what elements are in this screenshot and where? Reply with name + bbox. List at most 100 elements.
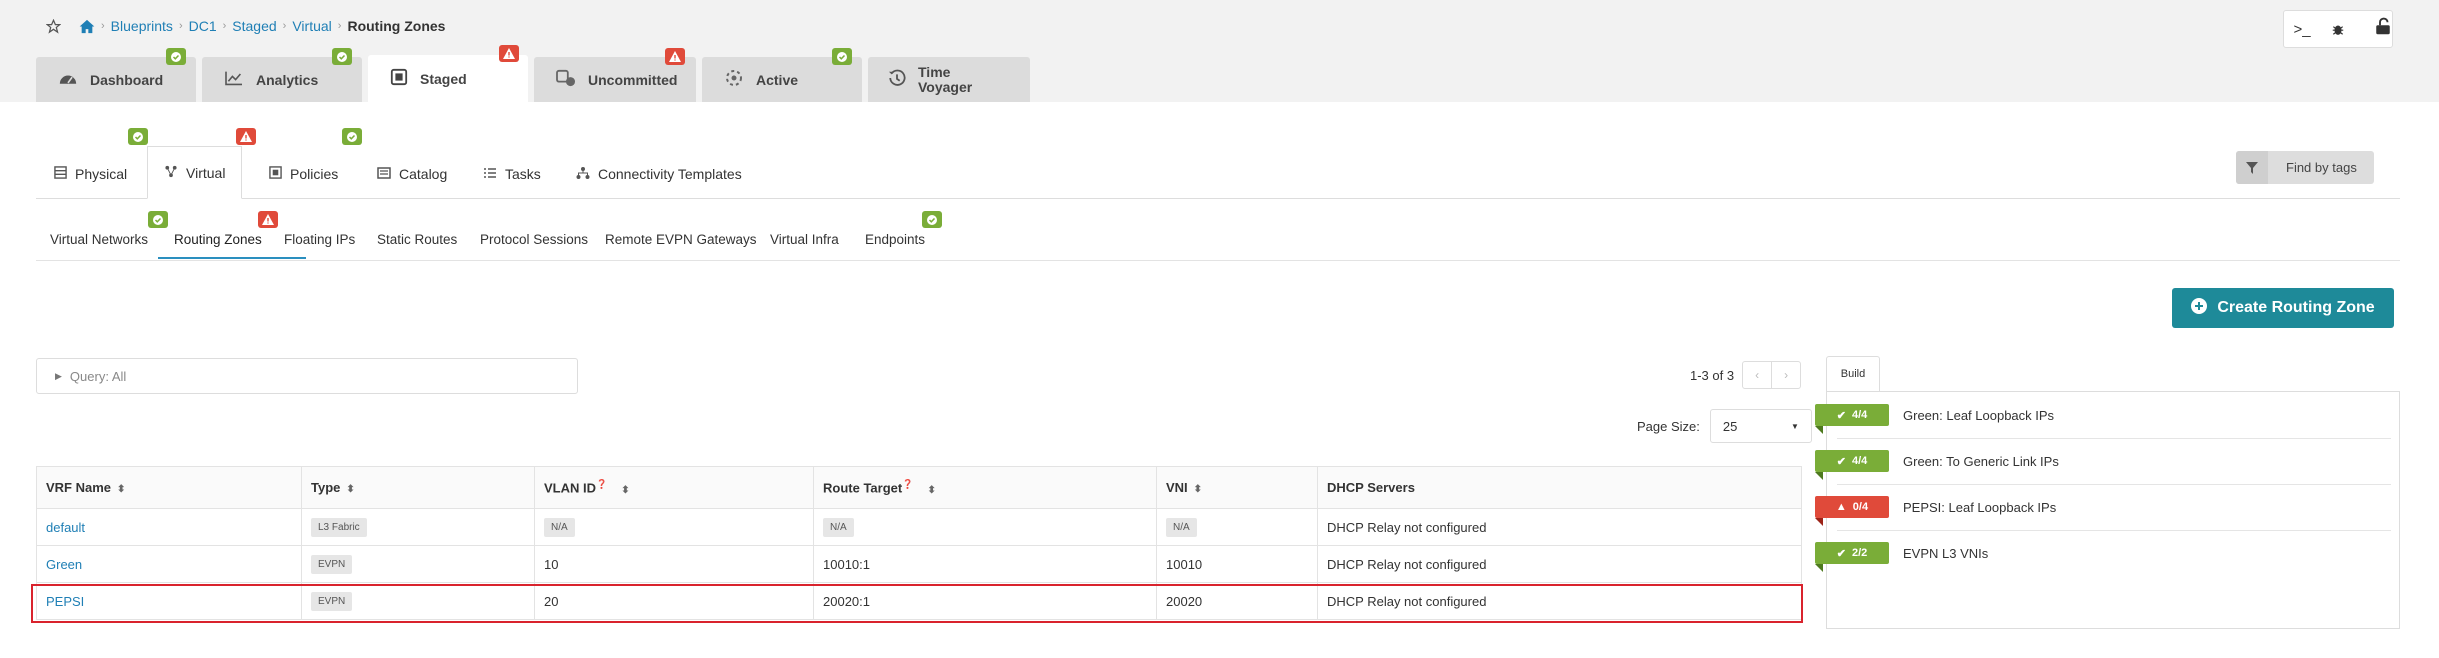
subtab-virtual-infra[interactable]: Virtual Infra xyxy=(770,232,839,247)
highlight-box xyxy=(31,584,1803,623)
terminal-icon[interactable]: >_ xyxy=(2284,11,2320,47)
build-item[interactable]: ▲ 0/4 PEPSI: Leaf Loopback IPs xyxy=(1815,484,2057,530)
build-item-label: EVPN L3 VNIs xyxy=(1903,545,1989,561)
subtab-protocol-sessions[interactable]: Protocol Sessions xyxy=(480,232,588,247)
subtab-virtual-networks[interactable]: Virtual Networks xyxy=(50,232,148,247)
info-icon[interactable]: ❓ xyxy=(596,479,607,489)
physical-icon xyxy=(54,166,67,182)
tab-time-voyager[interactable]: Time Voyager xyxy=(868,57,1030,102)
breadcrumb-dc1[interactable]: DC1 xyxy=(189,18,217,34)
nav-physical[interactable]: Physical xyxy=(54,150,127,198)
table-row: Green EVPN 10 10010:1 10010 DHCP Relay n… xyxy=(36,545,1802,583)
connectivity-icon xyxy=(576,166,590,183)
check-icon: ✔ xyxy=(1836,455,1846,468)
route-target-badge: N/A xyxy=(823,517,854,537)
info-icon[interactable]: ❓ xyxy=(902,479,913,489)
header-label: VLAN ID xyxy=(544,480,596,496)
breadcrumb-staged[interactable]: Staged xyxy=(232,18,276,34)
check-icon xyxy=(342,128,362,145)
check-icon xyxy=(922,211,942,228)
column-header-type[interactable]: Type ⬍ xyxy=(301,466,535,509)
check-icon xyxy=(166,48,186,65)
page-size-value: 25 xyxy=(1722,418,1738,434)
tab-label: Analytics xyxy=(256,71,319,88)
sort-icon[interactable]: ⬍ xyxy=(117,484,125,495)
build-item[interactable]: ✔ 4/4 Green: To Generic Link IPs xyxy=(1815,438,2059,484)
subtab-routing-zones[interactable]: Routing Zones xyxy=(174,232,262,247)
build-item[interactable]: ✔ 2/2 EVPN L3 VNIs xyxy=(1815,530,1989,576)
nav-tasks[interactable]: Tasks xyxy=(483,150,541,198)
virtual-icon xyxy=(164,165,178,181)
page-size-select[interactable]: 25 ▼ xyxy=(1709,409,1812,443)
column-header-vni[interactable]: VNI ⬍ xyxy=(1156,466,1318,509)
policies-icon xyxy=(269,166,282,182)
prev-page-button[interactable]: ‹ xyxy=(1743,362,1771,388)
build-count: 4/4 xyxy=(1851,409,1868,421)
breadcrumb-current: Routing Zones xyxy=(347,18,446,34)
sort-icon[interactable]: ⬍ xyxy=(346,484,354,495)
tab-label-line1: Time xyxy=(918,63,951,80)
dashboard-icon xyxy=(58,69,78,90)
sub-navigation: Physical Virtual Policies Catalog Tasks … xyxy=(36,146,2400,199)
check-icon xyxy=(148,211,168,228)
home-icon[interactable] xyxy=(79,19,95,34)
subtab-static-routes[interactable]: Static Routes xyxy=(377,232,457,247)
tab-label: Time Voyager xyxy=(918,63,972,95)
find-by-tags-button[interactable]: Find by tags xyxy=(2236,151,2374,184)
chevron-right-icon: › xyxy=(282,20,287,32)
nav-catalog[interactable]: Catalog xyxy=(377,150,447,198)
vni-cell: 10010 xyxy=(1156,545,1318,583)
status-badge: ✔ 4/4 xyxy=(1815,450,1889,480)
page-size-label: Page Size: xyxy=(1637,418,1700,434)
check-icon: ✔ xyxy=(1836,547,1846,560)
nav-virtual[interactable]: Virtual xyxy=(147,146,243,199)
build-count: 4/4 xyxy=(1851,455,1868,467)
active-icon xyxy=(724,68,744,91)
create-routing-zone-button[interactable]: Create Routing Zone xyxy=(2172,288,2394,328)
star-icon[interactable] xyxy=(46,18,61,34)
breadcrumb-virtual[interactable]: Virtual xyxy=(292,18,331,34)
tab-label: Active xyxy=(756,71,799,88)
column-header-vlan-id[interactable]: VLAN ID❓ ⬍ xyxy=(534,466,814,509)
check-icon xyxy=(332,48,352,65)
top-bar xyxy=(0,0,2439,102)
check-icon xyxy=(832,48,852,65)
type-badge: EVPN xyxy=(311,554,353,574)
build-item[interactable]: ✔ 4/4 Green: Leaf Loopback IPs xyxy=(1815,392,2054,438)
build-panel: ✔ 4/4 Green: Leaf Loopback IPs ✔ 4/4 Green… xyxy=(1815,391,2400,629)
sort-icon[interactable]: ⬍ xyxy=(621,485,629,496)
vlan-cell: 10 xyxy=(534,545,814,583)
create-routing-zone-label: Create Routing Zone xyxy=(2217,299,2375,316)
vrf-link[interactable]: Green xyxy=(46,557,82,572)
chevron-right-icon: › xyxy=(222,20,227,32)
column-header-vrf-name[interactable]: VRF Name ⬍ xyxy=(36,466,302,509)
column-header-route-target[interactable]: Route Target❓ ⬍ xyxy=(813,466,1157,509)
subtab-remote-evpn-gateways[interactable]: Remote EVPN Gateways xyxy=(605,232,757,247)
nav-label: Catalog xyxy=(399,166,448,182)
nav-label: Connectivity Templates xyxy=(598,166,742,182)
bug-icon[interactable] xyxy=(2320,11,2356,47)
nav-policies[interactable]: Policies xyxy=(269,150,338,198)
sort-icon[interactable]: ⬍ xyxy=(927,485,935,496)
subtab-floating-ips[interactable]: Floating IPs xyxy=(284,232,355,247)
tab-staged[interactable]: Staged xyxy=(368,55,528,102)
header-label: Type xyxy=(311,480,341,495)
breadcrumb-blueprints[interactable]: Blueprints xyxy=(111,18,173,34)
subtab-endpoints[interactable]: Endpoints xyxy=(865,232,925,247)
check-icon xyxy=(128,128,148,145)
dhcp-cell: DHCP Relay not configured xyxy=(1317,508,1802,546)
header-label: VRF Name xyxy=(46,480,112,495)
query-expander[interactable]: ▶ Query: All xyxy=(36,358,578,394)
catalog-icon xyxy=(377,166,391,182)
next-page-button[interactable]: › xyxy=(1771,362,1800,388)
vrf-link[interactable]: default xyxy=(46,520,85,535)
chevron-right-icon: › xyxy=(178,20,183,32)
nav-connectivity-templates[interactable]: Connectivity Templates xyxy=(576,150,742,198)
build-item-label: Green: To Generic Link IPs xyxy=(1903,453,2059,469)
lock-icon[interactable] xyxy=(2374,16,2392,41)
active-subtab-indicator xyxy=(158,257,306,259)
build-item-label: PEPSI: Leaf Loopback IPs xyxy=(1903,499,2057,515)
page-size: Page Size: 25 ▼ xyxy=(1637,409,1812,443)
tab-build[interactable]: Build xyxy=(1826,356,1880,392)
sort-icon[interactable]: ⬍ xyxy=(1194,484,1202,495)
